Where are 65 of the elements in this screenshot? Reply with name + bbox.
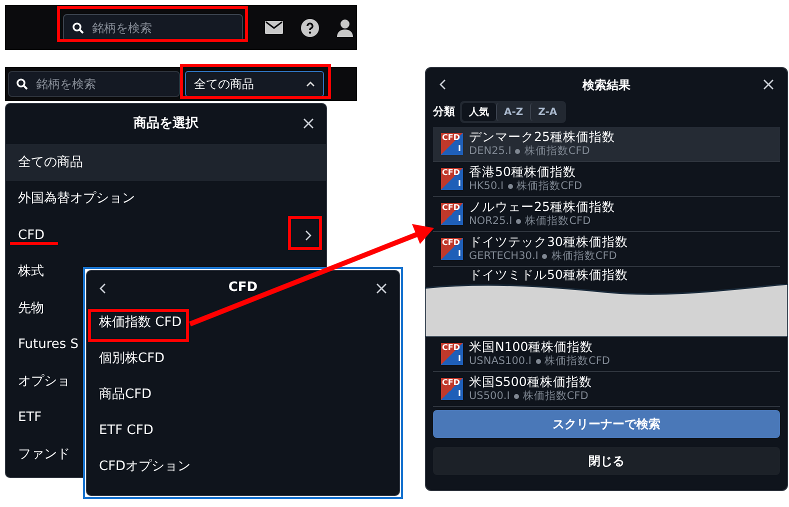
close-icon[interactable]: [376, 283, 387, 294]
menu-item[interactable]: 個別株CFD: [87, 341, 399, 377]
result-row[interactable]: CFD I 米国N100種株価指数 USNAS100.I 株価指数CFD: [433, 337, 780, 372]
instrument-type: 株価指数CFD: [516, 179, 582, 193]
instrument-type: 株価指数CFD: [525, 214, 591, 228]
symbol-code: GERTECH30.I: [469, 249, 538, 263]
menu-item[interactable]: 外国為替オプション: [6, 180, 326, 217]
cfd-badge-icon: CFD I: [441, 133, 463, 155]
instrument-type: 株価指数CFD: [524, 144, 590, 158]
sort-tab[interactable]: Z-A: [530, 103, 564, 121]
underline-mark: [10, 242, 58, 245]
result-row[interactable]: CFD I 香港50種株価指数 HK50.I 株価指数CFD: [433, 162, 780, 197]
symbol-code: NOR25.I: [469, 214, 512, 228]
caret-icon: [306, 81, 315, 87]
symbol-code: HK50.I: [469, 179, 504, 193]
instrument-type: 株価指数CFD: [522, 389, 588, 403]
instrument-name: 米国N100種株価指数: [469, 340, 594, 354]
result-row[interactable]: CFD I ノルウェー25種株価指数 NOR25.I 株価指数CFD: [433, 197, 780, 232]
panel-title: 商品を選択: [134, 114, 198, 134]
cfd-badge-icon: CFD I: [441, 343, 463, 365]
back-icon[interactable]: [99, 283, 106, 294]
menu-item[interactable]: 株価指数 CFD: [87, 305, 399, 341]
symbol-code: US500.I: [469, 389, 510, 403]
instrument-type: 株価指数CFD: [544, 354, 610, 368]
panel-title: 検索結果: [582, 76, 630, 94]
user-icon[interactable]: [337, 18, 353, 36]
cfd-badge-icon: CFD I: [441, 378, 463, 400]
sort-label: 分類: [433, 104, 455, 120]
result-row[interactable]: CFD I ドイツテック30種株価指数 GERTECH30.I 株価指数CFD: [433, 232, 780, 267]
help-icon[interactable]: [301, 18, 319, 36]
symbol-code: USNAS100.I: [469, 354, 532, 368]
cfd-badge-icon: CFD I: [441, 168, 463, 190]
result-row[interactable]: CFD I デンマーク25種株価指数 DEN25.I 株価指数CFD: [433, 127, 780, 162]
menu-item[interactable]: CFDオプション: [87, 449, 399, 485]
result-row[interactable]: CFD I 米国S500種株価指数 US500.I 株価指数CFD: [433, 372, 780, 407]
cfd-badge-icon: CFD I: [441, 238, 463, 260]
back-icon[interactable]: [439, 79, 446, 90]
sort-tab[interactable]: A-Z: [496, 103, 530, 121]
sort-tab[interactable]: 人気: [462, 103, 496, 121]
menu-item[interactable]: 商品CFD: [87, 377, 399, 413]
instrument-name: ドイツミドル50種株価指数: [469, 267, 628, 283]
screener-button[interactable]: スクリーナーで検索: [433, 410, 780, 438]
close-icon[interactable]: [303, 118, 314, 129]
menu-item[interactable]: CFD: [6, 217, 326, 254]
instrument-name: 香港50種株価指数: [469, 165, 577, 179]
instrument-name: ドイツテック30種株価指数: [469, 235, 628, 249]
instrument-name: デンマーク25種株価指数: [469, 130, 615, 144]
search-icon: [16, 78, 28, 90]
cfd-badge-icon: CFD I: [441, 203, 463, 225]
product-dropdown[interactable]: 全ての商品: [185, 71, 324, 97]
close-button[interactable]: 閉じる: [433, 447, 780, 475]
symbol-code: DEN25.I: [469, 144, 512, 158]
search-icon: [72, 22, 84, 34]
search-field[interactable]: 銘柄を検索: [8, 71, 180, 97]
instrument-name: 米国S500種株価指数: [469, 375, 592, 389]
close-icon[interactable]: [763, 79, 774, 90]
result-row[interactable]: ドイツミドル50種株価指数: [433, 267, 780, 284]
instrument-type: 株価指数CFD: [551, 249, 617, 263]
search-field[interactable]: 銘柄を検索: [63, 14, 243, 42]
instrument-name: ノルウェー25種株価指数: [469, 200, 615, 214]
menu-item[interactable]: ETF CFD: [87, 413, 399, 449]
menu-item[interactable]: 全ての商品: [6, 144, 326, 180]
panel-title: CFD: [228, 279, 258, 298]
mail-icon[interactable]: [265, 21, 283, 34]
highlight-frame: [288, 216, 322, 250]
